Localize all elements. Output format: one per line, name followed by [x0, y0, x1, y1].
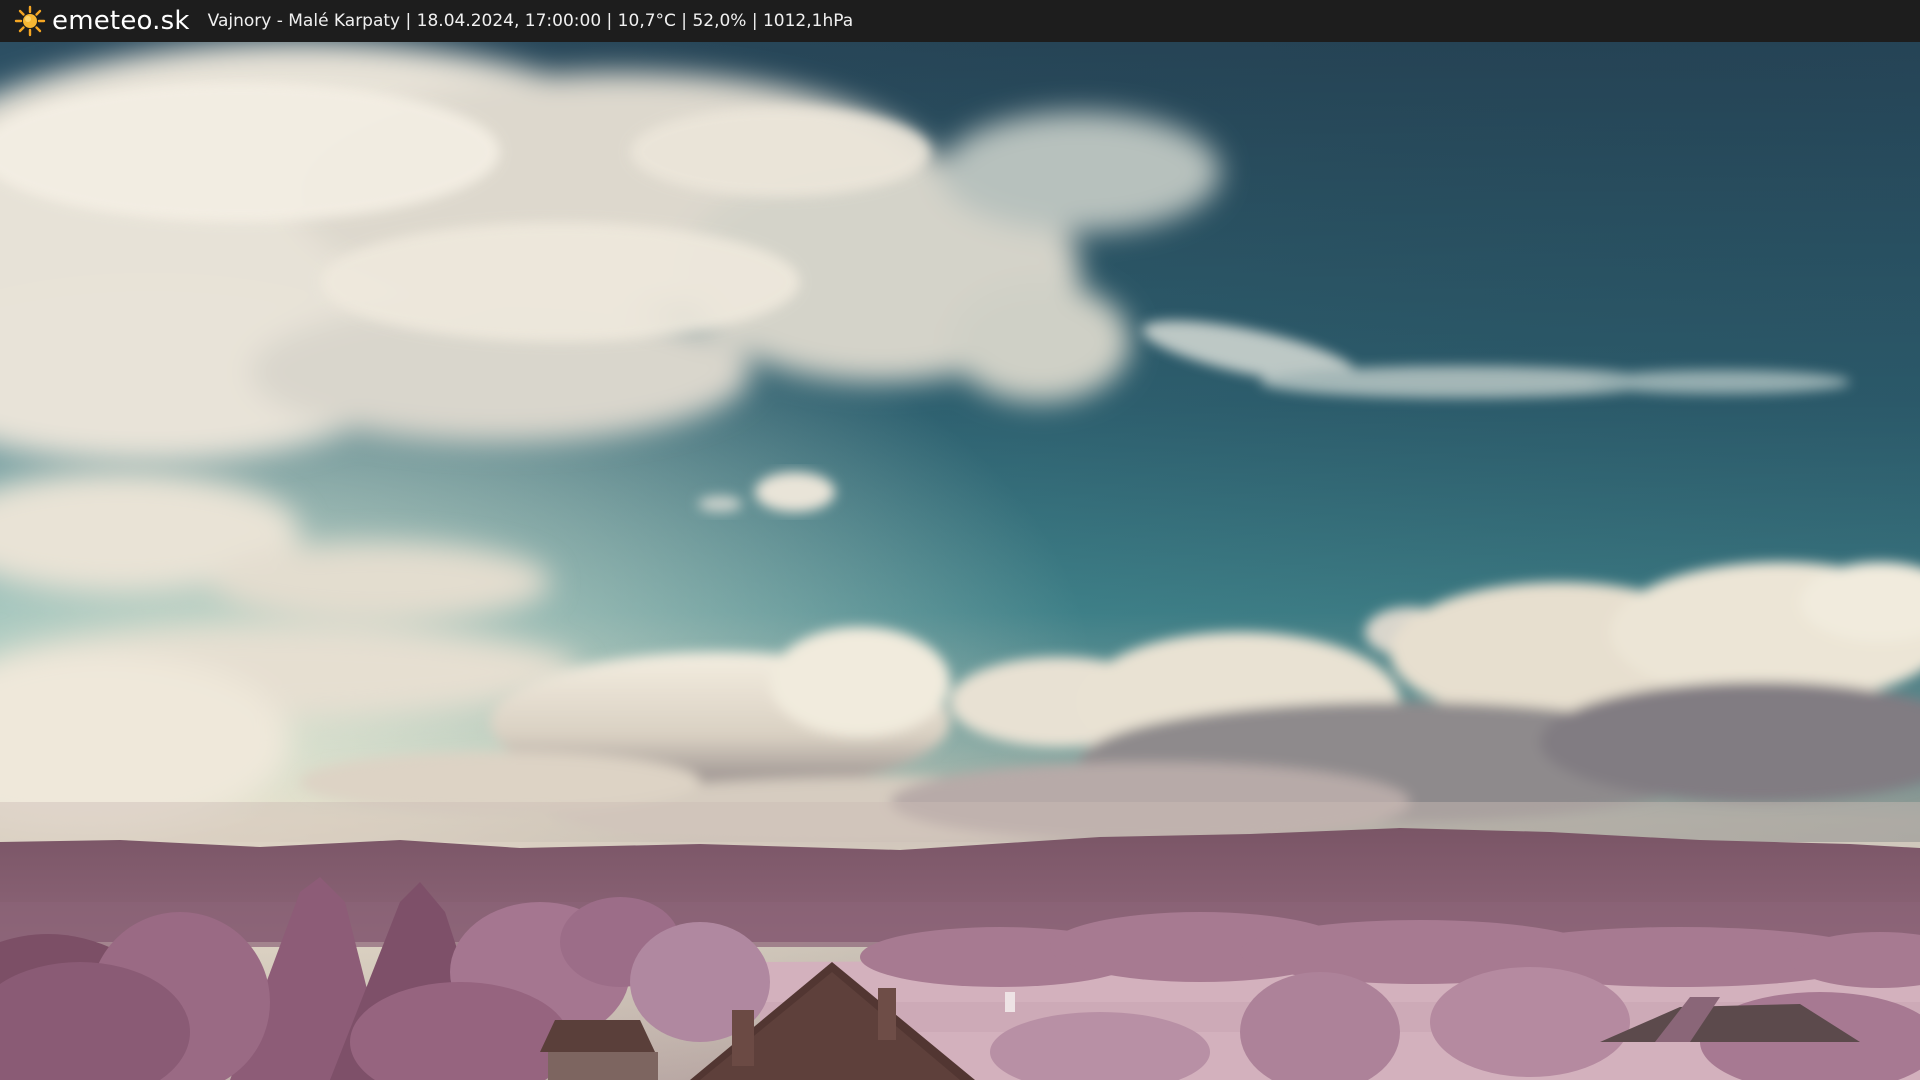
brand-name: emeteo.sk [52, 6, 190, 36]
webcam-image [0, 42, 1920, 1080]
webcam-caption: Vajnory - Malé Karpaty | 18.04.2024, 17:… [207, 11, 854, 31]
landscape-scene [0, 42, 1920, 1080]
top-info-bar: emeteo.sk Vajnory - Malé Karpaty | 18.04… [0, 0, 1920, 42]
brand-logo[interactable]: emeteo.sk [14, 5, 190, 37]
sun-icon [14, 5, 46, 37]
